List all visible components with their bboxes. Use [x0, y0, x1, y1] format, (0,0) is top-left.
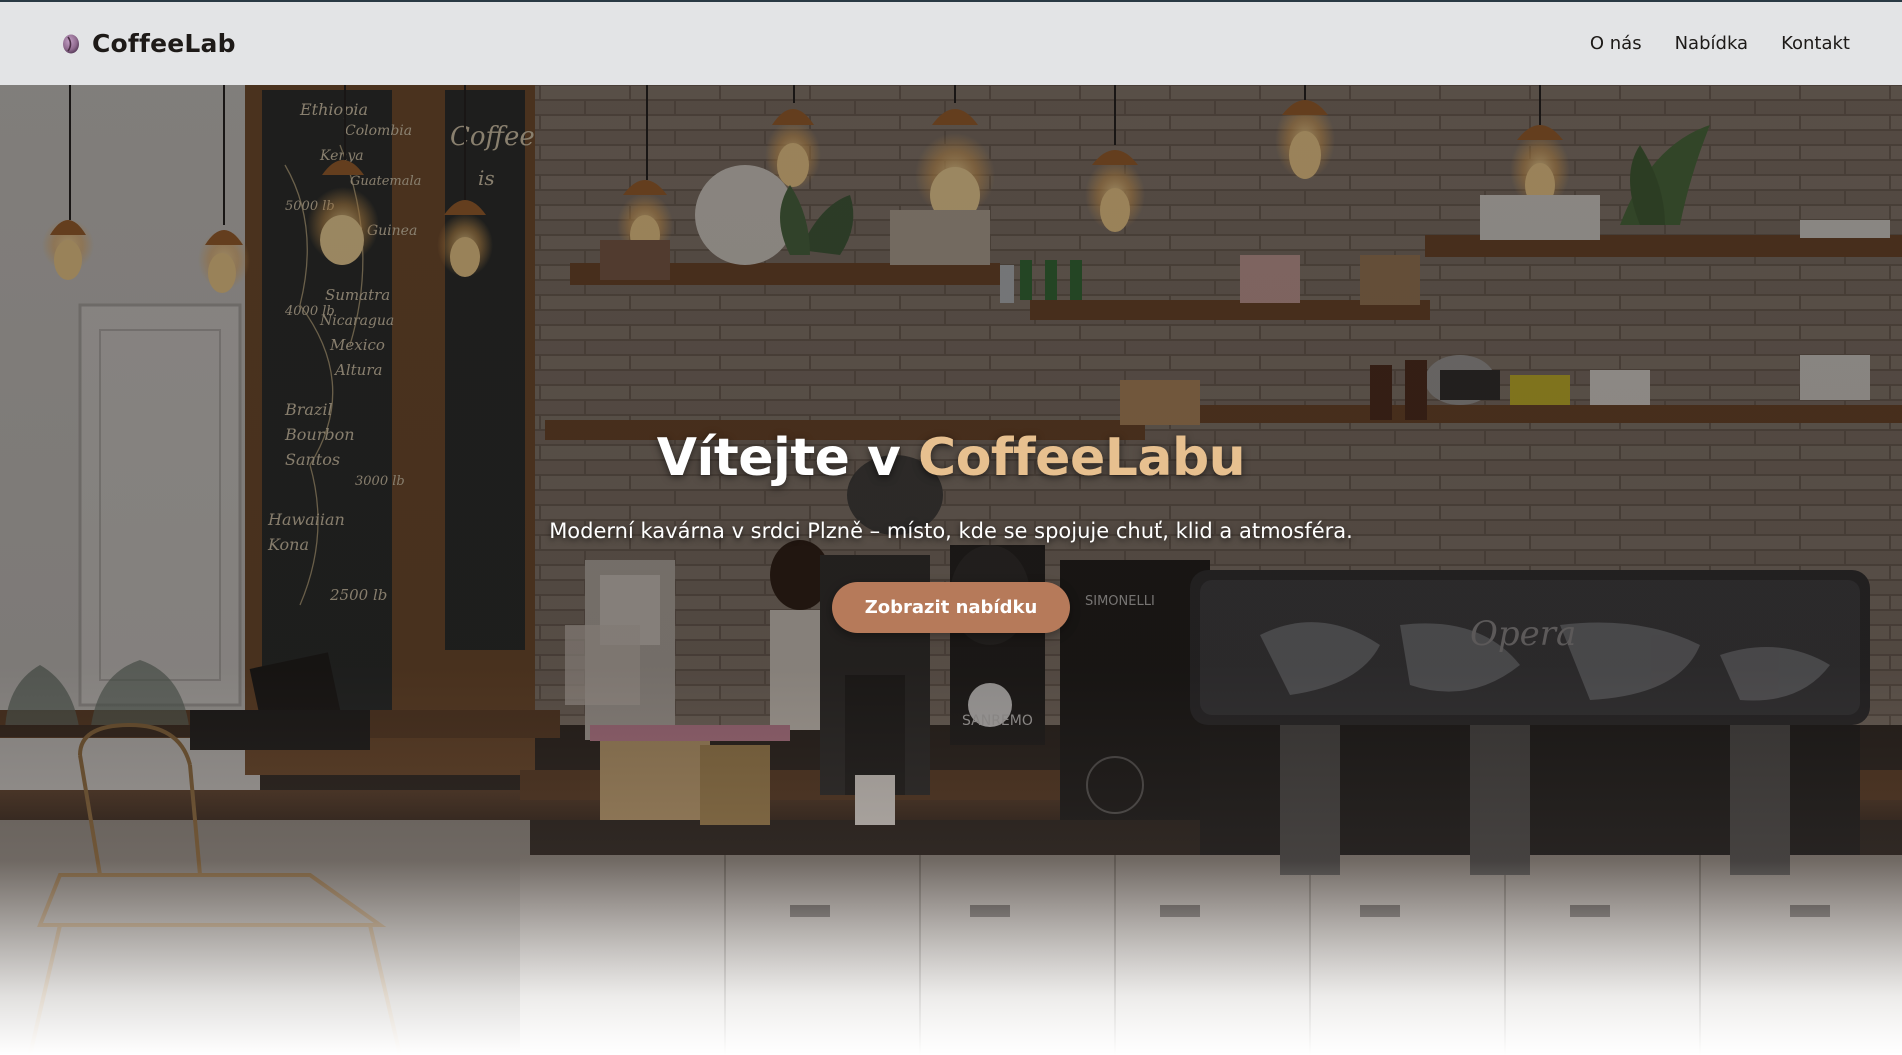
nav-link-contact[interactable]: Kontakt	[1781, 33, 1850, 54]
nav-link-about[interactable]: O nás	[1590, 33, 1642, 54]
hero-title-accent: CoffeeLabu	[918, 428, 1246, 488]
hero-title-prefix: Vítejte v	[656, 428, 919, 488]
view-menu-button[interactable]: Zobrazit nabídku	[831, 582, 1071, 634]
brand-name: CoffeeLab	[92, 29, 236, 58]
hero-section: Ethiopia Colombia Kenya Guatemala New Gu…	[0, 85, 1902, 1055]
top-navbar: CoffeeLab O nás Nabídka Kontakt	[0, 0, 1902, 85]
hero-subtitle: Moderní kavárna v srdci Plzně – místo, k…	[549, 519, 1353, 544]
nav-link-menu[interactable]: Nabídka	[1675, 33, 1749, 54]
coffee-bean-icon	[63, 34, 79, 53]
hero-title: Vítejte v CoffeeLabu	[0, 428, 1902, 488]
hero-content: Vítejte v CoffeeLabu Moderní kavárna v s…	[0, 428, 1902, 634]
brand[interactable]: CoffeeLab	[60, 29, 236, 58]
nav-menu: O nás Nabídka Kontakt	[1590, 33, 1850, 54]
